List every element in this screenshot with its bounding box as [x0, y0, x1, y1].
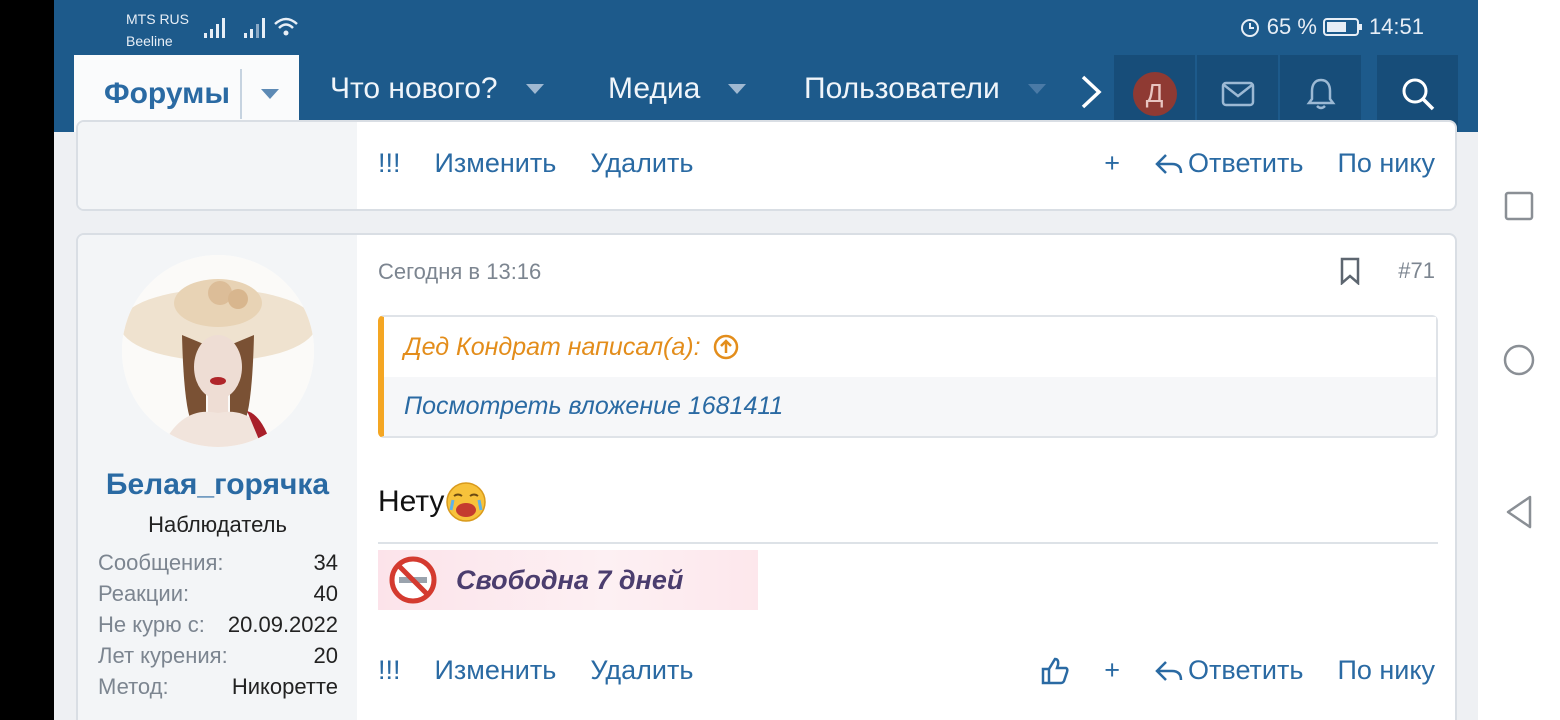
signature-banner: Свободна 7 дней: [378, 550, 758, 610]
reply-button[interactable]: Ответить: [1154, 655, 1303, 686]
mail-icon: [1221, 81, 1254, 106]
tab-users-label: Пользователи: [804, 72, 1000, 105]
post-card: Белая_горячка Наблюдатель Сообщения: 34 Р…: [76, 233, 1457, 720]
signal-icon: [204, 18, 225, 38]
recent-apps-icon[interactable]: [1504, 191, 1534, 221]
stat-row: Сообщения: 34: [98, 547, 338, 578]
by-nick-button[interactable]: По нику: [1337, 148, 1435, 179]
chevron-down-icon[interactable]: [261, 89, 279, 99]
wifi-icon: [274, 17, 298, 36]
signal-icon-2: [244, 18, 265, 38]
bookmark-icon[interactable]: [1339, 257, 1361, 285]
quote-header[interactable]: Дед Кондрат написал(а):: [384, 317, 1436, 377]
user-avatar-image: [122, 255, 314, 447]
username[interactable]: Белая_горячка: [78, 468, 357, 502]
signature-text: Свободна 7 дней: [456, 564, 684, 595]
stat-value: 40: [313, 580, 338, 606]
quote-author: Дед Кондрат написал(а):: [404, 332, 701, 361]
stat-label: Лет курения:: [98, 642, 228, 668]
stat-value: 34: [313, 549, 338, 575]
tab-whats-new[interactable]: Что нового?: [330, 72, 544, 106]
tab-whats-new-label: Что нового?: [330, 72, 498, 105]
carrier-1: MTS RUS: [126, 11, 189, 27]
chevron-down-icon[interactable]: [728, 84, 747, 94]
report-button[interactable]: !!!: [378, 655, 401, 686]
delete-button[interactable]: Удалить: [590, 655, 693, 686]
back-icon[interactable]: [1504, 494, 1534, 530]
post-user-panel: [78, 122, 357, 209]
quote-body: Посмотреть вложение 1681411: [384, 377, 1436, 436]
tab-media-label: Медиа: [608, 72, 701, 105]
multiquote-button[interactable]: +: [1104, 655, 1120, 686]
delete-button[interactable]: Удалить: [590, 148, 693, 179]
post-message: Нету: [378, 480, 488, 524]
clock: 14:51: [1368, 14, 1424, 39]
reply-icon: [1155, 660, 1183, 681]
stat-value: 20: [313, 642, 338, 668]
battery-percent: 65 %: [1266, 14, 1317, 39]
stat-label: Сообщения:: [98, 549, 224, 575]
reply-label: Ответить: [1188, 148, 1304, 178]
stat-row: Реакции: 40: [98, 578, 338, 609]
post-date[interactable]: Сегодня в 13:16: [378, 259, 541, 285]
user-stats: Сообщения: 34 Реакции: 40 Не курю с: 20.09.…: [98, 547, 338, 702]
message-text: Нету: [378, 485, 445, 518]
reply-icon: [1155, 153, 1183, 174]
post-actions: !!! Изменить Удалить + Ответить По нику: [378, 148, 1435, 179]
chevron-right-icon[interactable]: [1078, 74, 1104, 110]
stat-row: Лет курения: 20: [98, 640, 338, 671]
stat-row: Метод: Никоретте: [98, 671, 338, 702]
stat-label: Метод:: [98, 673, 169, 699]
browser-viewport: MTS RUS Beeline 65 % 14:51 Форумы Что но…: [54, 0, 1478, 720]
user-avatar[interactable]: [122, 255, 314, 447]
post-number[interactable]: #71: [1398, 258, 1435, 284]
stat-label: Реакции:: [98, 580, 190, 606]
arrow-up-circle-icon[interactable]: [713, 334, 739, 360]
stat-label: Не курю с:: [98, 611, 205, 637]
tab-divider: [240, 69, 242, 119]
signature-divider: [378, 542, 1438, 544]
chevron-down-icon[interactable]: [1027, 84, 1046, 94]
status-right: 65 % 14:51: [1239, 14, 1424, 40]
report-button[interactable]: !!!: [378, 148, 401, 179]
quote-block: Дед Кондрат написал(а): Посмотреть вложе…: [378, 315, 1438, 438]
reply-label: Ответить: [1188, 655, 1304, 685]
battery-icon: [1322, 18, 1362, 36]
avatar: Д: [1132, 71, 1177, 116]
carrier-2: Beeline: [126, 33, 173, 49]
stat-value: Никоретте: [231, 673, 338, 699]
system-nav-bar: [1478, 0, 1560, 720]
user-title: Наблюдатель: [148, 512, 287, 537]
tab-users[interactable]: Пользователи: [804, 72, 1046, 106]
tab-media[interactable]: Медиа: [608, 72, 747, 106]
post-actions: !!! Изменить Удалить + Ответить По нику: [378, 655, 1435, 686]
edit-button[interactable]: Изменить: [435, 148, 557, 179]
home-icon[interactable]: [1502, 343, 1536, 377]
stat-value: 20.09.2022: [227, 611, 338, 637]
post-user-panel: Белая_горячка Наблюдатель Сообщения: 34 Р…: [78, 235, 357, 720]
chevron-down-icon[interactable]: [525, 84, 544, 94]
bell-icon: [1306, 78, 1335, 109]
crying-emoji-icon: [446, 482, 487, 522]
no-smoking-icon: [389, 556, 437, 604]
thumbs-up-icon[interactable]: [1040, 656, 1070, 686]
post-card-previous: !!! Изменить Удалить + Ответить По нику: [76, 120, 1457, 211]
alarm-icon: [1240, 19, 1259, 37]
site-header: MTS RUS Beeline 65 % 14:51 Форумы Что но…: [54, 0, 1478, 132]
attachment-link[interactable]: Посмотреть вложение 1681411: [404, 392, 783, 421]
stat-row: Не курю с: 20.09.2022: [98, 609, 338, 640]
reply-button[interactable]: Ответить: [1154, 148, 1303, 179]
tab-forums-label: Форумы: [104, 76, 230, 110]
search-icon: [1402, 78, 1434, 110]
edit-button[interactable]: Изменить: [435, 655, 557, 686]
multiquote-button[interactable]: +: [1104, 148, 1120, 179]
by-nick-button[interactable]: По нику: [1337, 655, 1435, 686]
carrier-info: MTS RUS Beeline: [126, 8, 189, 52]
